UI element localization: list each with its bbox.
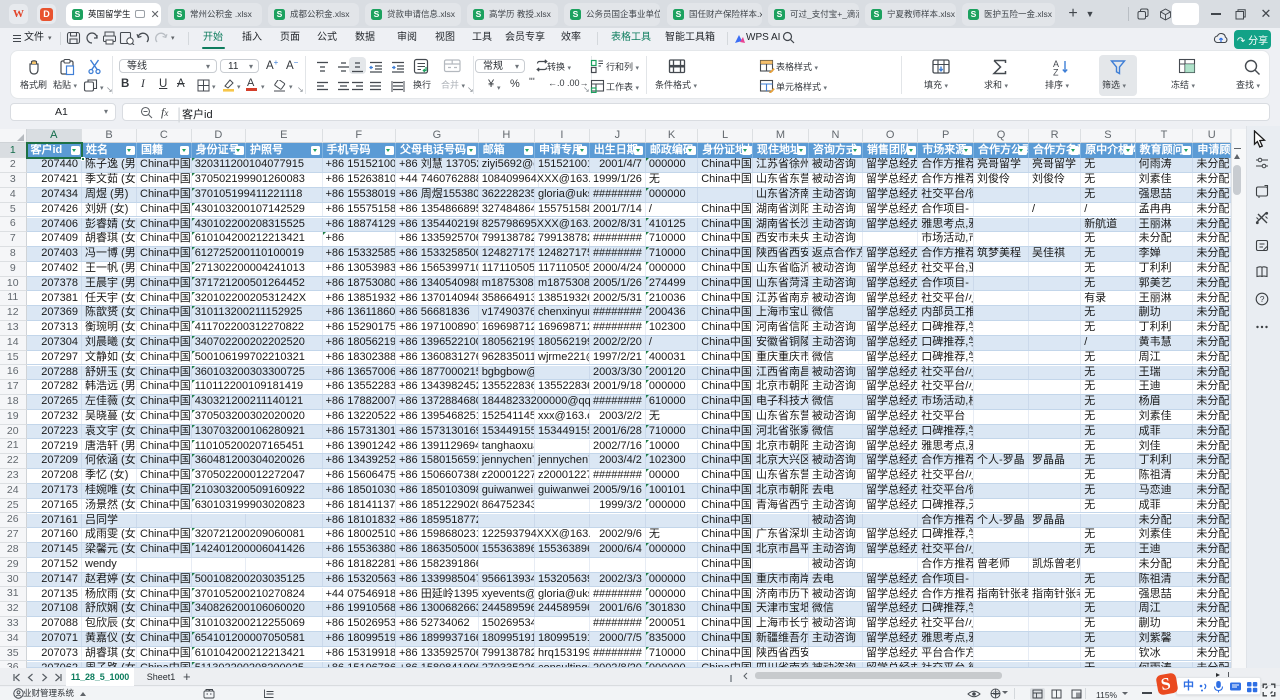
svg-text:?: ? [1260,294,1265,304]
svg-text:Z: Z [1053,67,1059,76]
svg-text:中: 中 [993,690,999,698]
